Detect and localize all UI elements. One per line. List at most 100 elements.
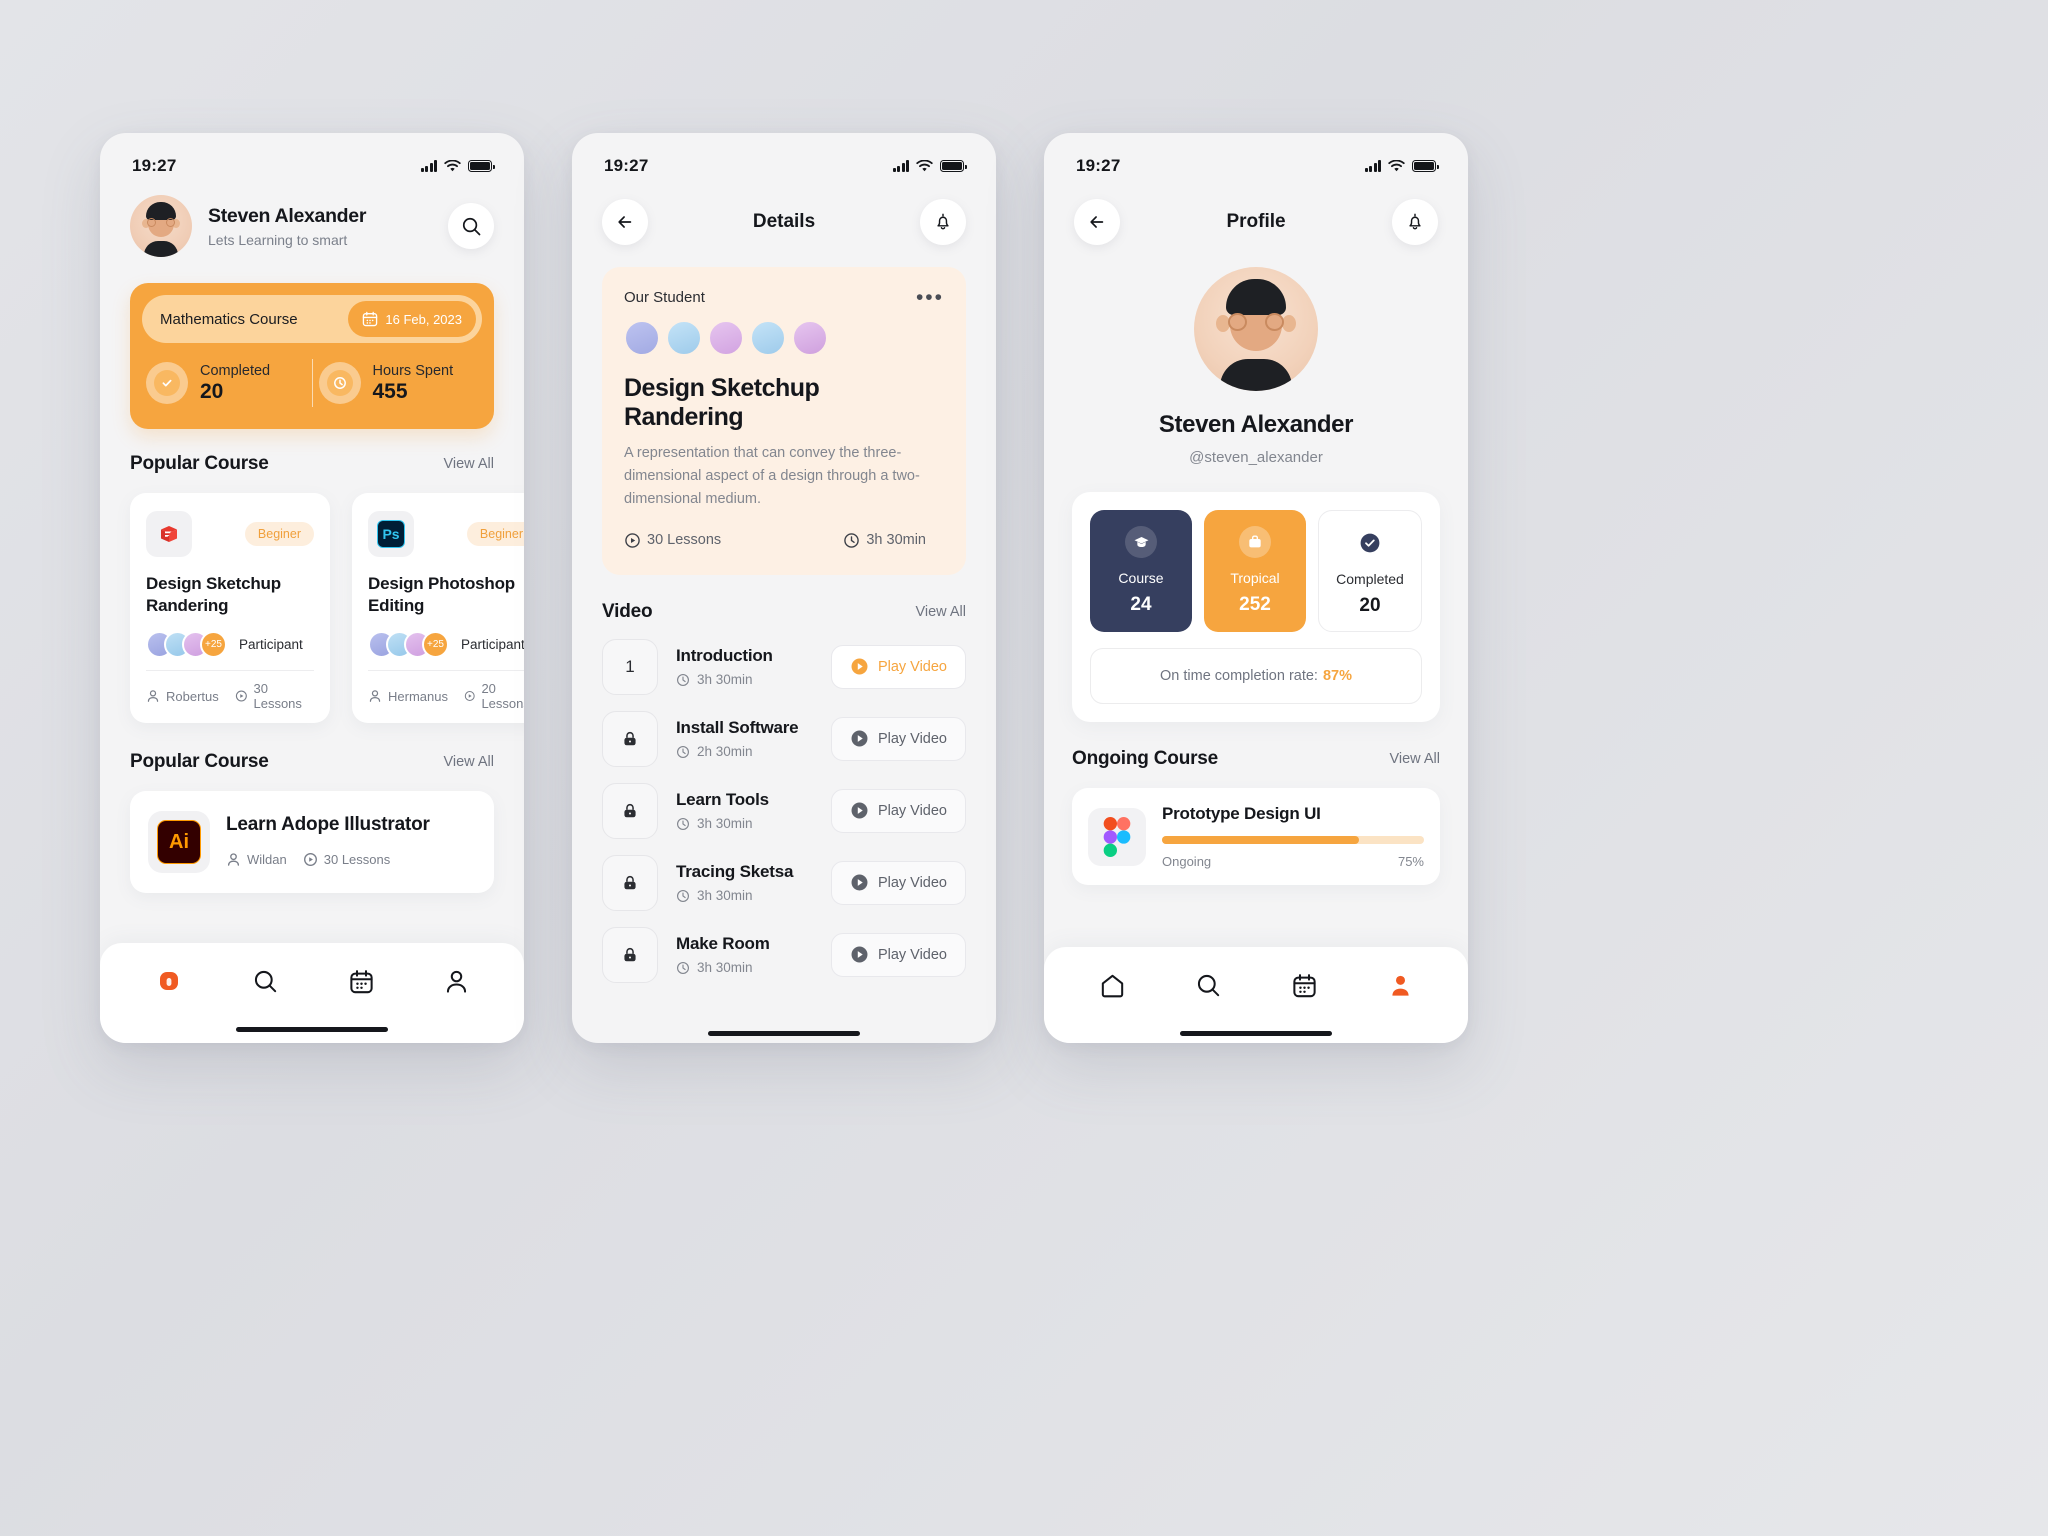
- course-card[interactable]: Ps Beginer Design Photoshop Editing +25 …: [352, 493, 524, 724]
- nav-item-search[interactable]: [1195, 972, 1222, 999]
- lock-icon: [624, 875, 636, 889]
- nav-item-profile[interactable]: [443, 968, 470, 995]
- status-icons: [420, 159, 495, 173]
- play-circle-icon: [851, 730, 868, 747]
- illustrator-icon: Ai: [148, 811, 210, 874]
- section-title: Popular Course: [130, 453, 269, 474]
- participants-row: +25 Participant: [368, 631, 524, 659]
- stat-value: 20: [200, 379, 224, 403]
- play-video-button[interactable]: Play Video: [830, 788, 966, 833]
- more-horizontal-icon[interactable]: •••: [916, 287, 944, 308]
- detail-duration-text: 3h 30min: [866, 532, 926, 549]
- clock-icon: [844, 532, 860, 548]
- person-icon: [227, 853, 240, 866]
- phone-screen-home: 19:27 Steven Alexander Lets Learning to …: [100, 133, 524, 1043]
- details-screen-body: Details Our Student ••• Design Sketchup …: [572, 199, 996, 1043]
- popular-course-header-2: Popular Course View All: [100, 751, 524, 773]
- course-card-wide[interactable]: Ai Learn Adope Illustrator Wildan 30 Les…: [130, 791, 494, 894]
- play-circle-icon: [235, 690, 247, 702]
- play-circle-icon: [303, 852, 317, 866]
- stat-course[interactable]: Course 24: [1090, 510, 1192, 632]
- search-button[interactable]: [448, 203, 494, 249]
- stat-label: Course: [1118, 570, 1164, 586]
- completion-rate-value: 87%: [1322, 668, 1352, 684]
- course-title: Design Photoshop Editing: [368, 574, 515, 616]
- avatar: [708, 320, 744, 356]
- video-title: Learn Tools: [676, 790, 769, 810]
- play-circle-icon: [625, 532, 640, 548]
- lock-icon: [624, 731, 636, 745]
- stat-tropical[interactable]: Tropical 252: [1204, 510, 1306, 632]
- video-duration: 3h 30min: [676, 816, 831, 831]
- notification-button[interactable]: [1392, 199, 1438, 245]
- video-duration-text: 3h 30min: [697, 672, 753, 688]
- play-circle-icon: [851, 802, 868, 819]
- stat-completed[interactable]: Completed 20: [1318, 510, 1422, 632]
- course-card-list[interactable]: Beginer Design Sketchup Randering +25 Pa…: [100, 493, 524, 724]
- view-all-link[interactable]: View All: [443, 456, 494, 472]
- popular-course-header-1: Popular Course View All: [100, 453, 524, 475]
- video-list-item[interactable]: 1 Introduction 3h 30min Play Video: [602, 638, 966, 695]
- video-duration-text: 2h 30min: [697, 744, 753, 760]
- status-time: 19:27: [1076, 156, 1121, 175]
- photoshop-icon: Ps: [368, 511, 414, 557]
- course-lessons: 30 Lessons: [235, 681, 314, 711]
- video-list-item[interactable]: Learn Tools 3h 30min Play Video: [602, 782, 966, 839]
- nav-item-calendar[interactable]: [1291, 972, 1318, 999]
- battery-icon: [1412, 160, 1439, 172]
- course-title: Learn Adope Illustrator: [226, 814, 430, 836]
- profile-avatar[interactable]: [1194, 267, 1318, 391]
- view-all-link[interactable]: View All: [915, 604, 966, 620]
- nav-item-calendar[interactable]: [348, 968, 375, 995]
- battery-icon: [940, 160, 967, 172]
- play-video-button[interactable]: Play Video: [830, 644, 966, 689]
- person-icon: [446, 970, 466, 993]
- avatar: [792, 320, 828, 356]
- back-button[interactable]: [1074, 199, 1120, 245]
- author-name: Hermanus: [388, 688, 448, 704]
- stat-label: Completed: [1336, 571, 1404, 587]
- course-author: Wildan: [226, 852, 287, 867]
- user-name: Steven Alexander: [208, 204, 367, 227]
- divider: [146, 670, 314, 672]
- nav-item-home[interactable]: [154, 966, 184, 996]
- stat-value: 455: [372, 379, 408, 403]
- home-indicator-area: [572, 1023, 996, 1043]
- video-list-item[interactable]: Make Room 3h 30min Play Video: [602, 926, 966, 983]
- stat-value: 24: [1130, 594, 1152, 615]
- video-duration: 3h 30min: [676, 960, 831, 975]
- clock-icon: [677, 817, 689, 830]
- detail-card: Our Student ••• Design Sketchup Randerin…: [602, 267, 966, 575]
- view-all-link[interactable]: View All: [1389, 751, 1440, 767]
- date-pill[interactable]: 16 Feb, 2023: [348, 301, 476, 337]
- play-video-button[interactable]: Play Video: [830, 860, 966, 905]
- home-icon: [160, 972, 179, 990]
- bell-icon: [937, 213, 949, 230]
- ongoing-course-card[interactable]: Prototype Design UI Ongoing 75%: [1072, 788, 1440, 885]
- detail-lessons: 30 Lessons: [624, 532, 721, 549]
- course-lessons: 30 Lessons: [303, 852, 390, 867]
- bottom-navigation: [100, 943, 524, 1043]
- nav-item-profile[interactable]: [1387, 972, 1414, 999]
- course-card[interactable]: Beginer Design Sketchup Randering +25 Pa…: [130, 493, 330, 724]
- back-button[interactable]: [602, 199, 648, 245]
- lock-icon: [624, 947, 636, 961]
- play-video-button[interactable]: Play Video: [830, 716, 966, 761]
- avatar[interactable]: [130, 195, 192, 257]
- stat-value: 20: [1359, 595, 1381, 616]
- video-lock: [602, 926, 658, 983]
- video-list-item[interactable]: Tracing Sketsa 3h 30min Play Video: [602, 854, 966, 911]
- nav-item-search[interactable]: [252, 968, 279, 995]
- course-pill[interactable]: Mathematics Course 16 Feb, 2023: [142, 295, 482, 343]
- nav-item-home[interactable]: [1099, 972, 1126, 999]
- video-list-item[interactable]: Install Software 2h 30min Play Video: [602, 710, 966, 767]
- view-all-link[interactable]: View All: [443, 754, 494, 770]
- home-icon: [1101, 974, 1123, 997]
- notification-button[interactable]: [920, 199, 966, 245]
- check-circle-icon: [154, 370, 180, 396]
- play-video-button[interactable]: Play Video: [830, 932, 966, 977]
- play-video-label: Play Video: [877, 874, 947, 891]
- person-icon: [1391, 975, 1409, 996]
- stat-value: 252: [1239, 594, 1271, 615]
- video-title: Introduction: [676, 646, 773, 666]
